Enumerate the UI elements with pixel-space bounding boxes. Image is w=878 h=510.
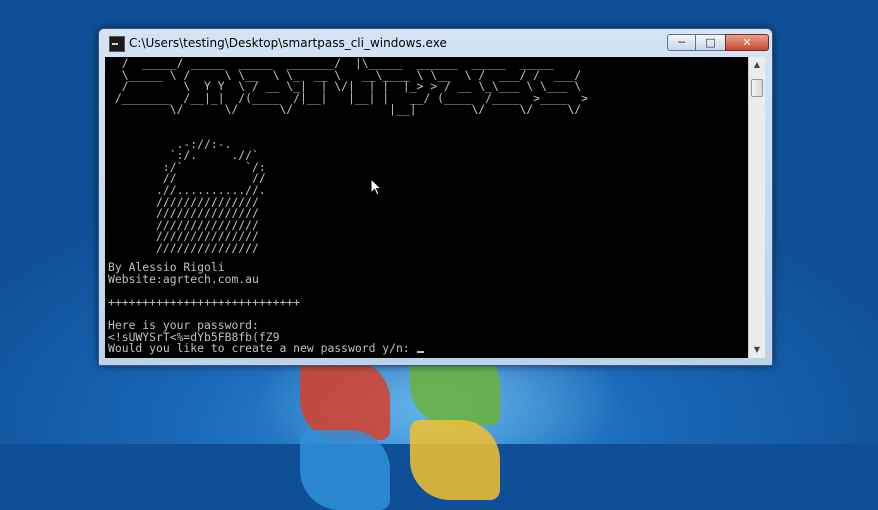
maximize-button[interactable]: □ [696, 34, 725, 51]
windows-logo-yellow-pane [410, 420, 500, 500]
close-button[interactable]: ✕ [725, 34, 769, 51]
window-title: C:\Users\testing\Desktop\smartpass_cli_w… [129, 36, 447, 50]
website-line: Website:agrtech.com.au [108, 271, 259, 286]
scrollbar-thumb[interactable] [751, 79, 763, 97]
scroll-down-arrow-icon[interactable]: ▼ [749, 342, 765, 358]
minimize-button[interactable]: ─ [667, 34, 696, 51]
ascii-lock-art: .-://:-. `:/. .//` :/` `/: // // .//....… [156, 136, 266, 255]
scroll-up-arrow-icon[interactable]: ▲ [749, 57, 765, 73]
new-password-prompt: Would you like to create a new password … [108, 341, 417, 356]
title-bar[interactable]: C:\Users\testing\Desktop\smartpass_cli_w… [99, 29, 772, 57]
ascii-banner: / _____/ _____ _____ _______/ |\_____ __… [114, 57, 589, 117]
console-info-block: By Alessio Rigoli Website:agrtech.com.au… [105, 261, 424, 356]
text-cursor [416, 351, 424, 354]
windows-logo-blue-pane [300, 430, 390, 510]
mouse-pointer-icon [370, 178, 382, 196]
separator-line: ++++++++++++++++++++++++++++ [108, 294, 301, 309]
vertical-scrollbar[interactable]: ▲ ▼ [748, 57, 765, 358]
console-app-icon[interactable] [109, 36, 125, 52]
console-output-area[interactable]: / _____/ _____ _____ _______/ |\_____ __… [105, 57, 748, 358]
windows-logo-red-pane [300, 360, 390, 440]
console-window[interactable]: C:\Users\testing\Desktop\smartpass_cli_w… [98, 28, 773, 366]
